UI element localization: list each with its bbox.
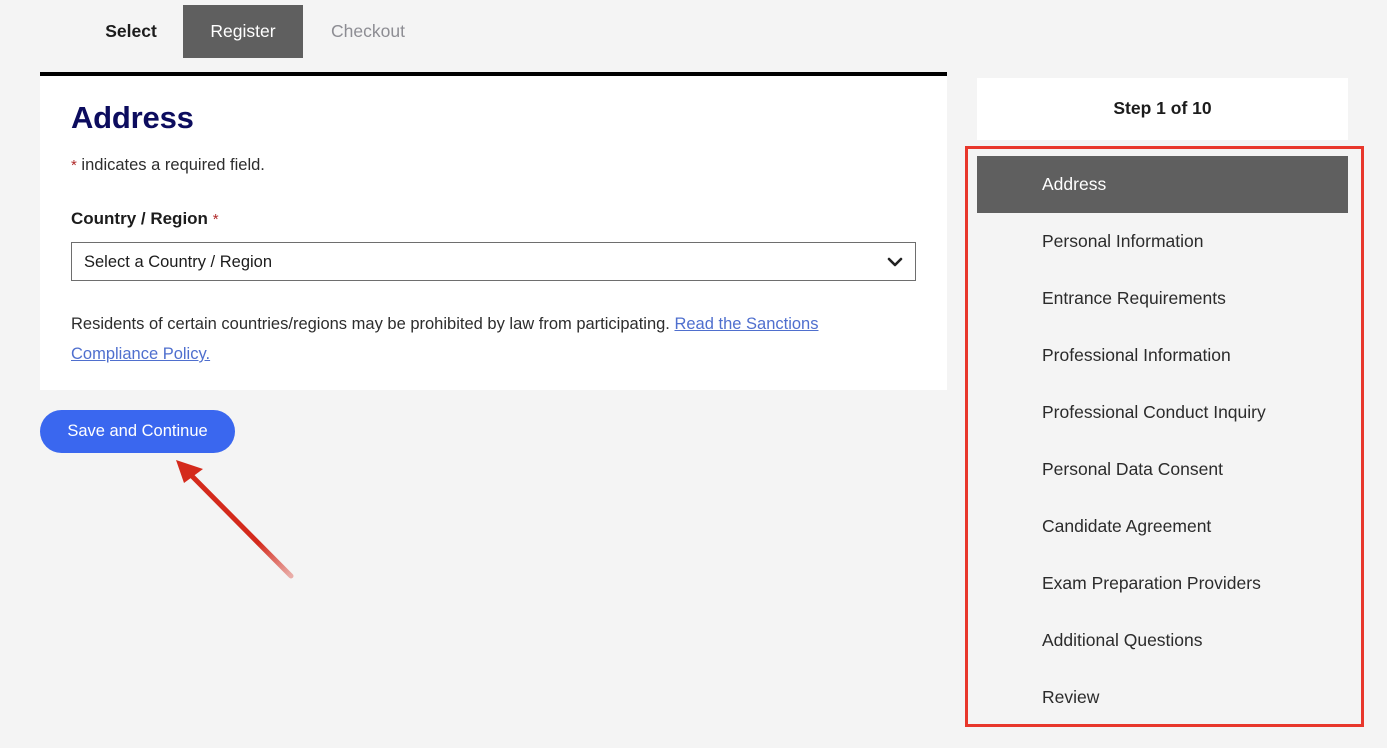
- steps-navigation-list: Address Personal Information Entrance Re…: [977, 156, 1348, 726]
- step-counter-panel: Step 1 of 10: [977, 78, 1348, 140]
- page-title: Address: [71, 100, 194, 136]
- step-item-address[interactable]: Address: [977, 156, 1348, 213]
- address-form-card: Address * indicates a required field. Co…: [40, 72, 947, 390]
- tab-select[interactable]: Select: [80, 5, 182, 58]
- step-item-personal-data-consent[interactable]: Personal Data Consent: [977, 441, 1348, 498]
- step-item-exam-preparation-providers[interactable]: Exam Preparation Providers: [977, 555, 1348, 612]
- tab-register[interactable]: Register: [183, 5, 303, 58]
- step-item-professional-information[interactable]: Professional Information: [977, 327, 1348, 384]
- step-item-candidate-agreement[interactable]: Candidate Agreement: [977, 498, 1348, 555]
- required-field-note: * indicates a required field.: [71, 156, 265, 175]
- step-counter-label: Step 1 of 10: [977, 98, 1348, 119]
- progress-tabbar: Select Register Checkout: [0, 0, 1387, 63]
- country-region-label: Country / Region *: [71, 209, 219, 229]
- step-item-professional-conduct-inquiry[interactable]: Professional Conduct Inquiry: [977, 384, 1348, 441]
- country-region-select[interactable]: Select a Country / Region: [71, 242, 916, 281]
- sanctions-disclaimer-text: Residents of certain countries/regions m…: [71, 315, 674, 333]
- step-item-personal-information[interactable]: Personal Information: [977, 213, 1348, 270]
- tab-checkout[interactable]: Checkout: [305, 5, 431, 58]
- step-item-entrance-requirements[interactable]: Entrance Requirements: [977, 270, 1348, 327]
- country-region-label-text: Country / Region: [71, 209, 208, 228]
- save-and-continue-button[interactable]: Save and Continue: [40, 410, 235, 453]
- step-item-review[interactable]: Review: [977, 669, 1348, 726]
- annotation-arrow: [160, 450, 310, 590]
- sanctions-disclaimer: Residents of certain countries/regions m…: [71, 309, 901, 369]
- step-item-additional-questions[interactable]: Additional Questions: [977, 612, 1348, 669]
- required-asterisk-icon: *: [213, 211, 219, 228]
- required-note-text: indicates a required field.: [77, 156, 265, 174]
